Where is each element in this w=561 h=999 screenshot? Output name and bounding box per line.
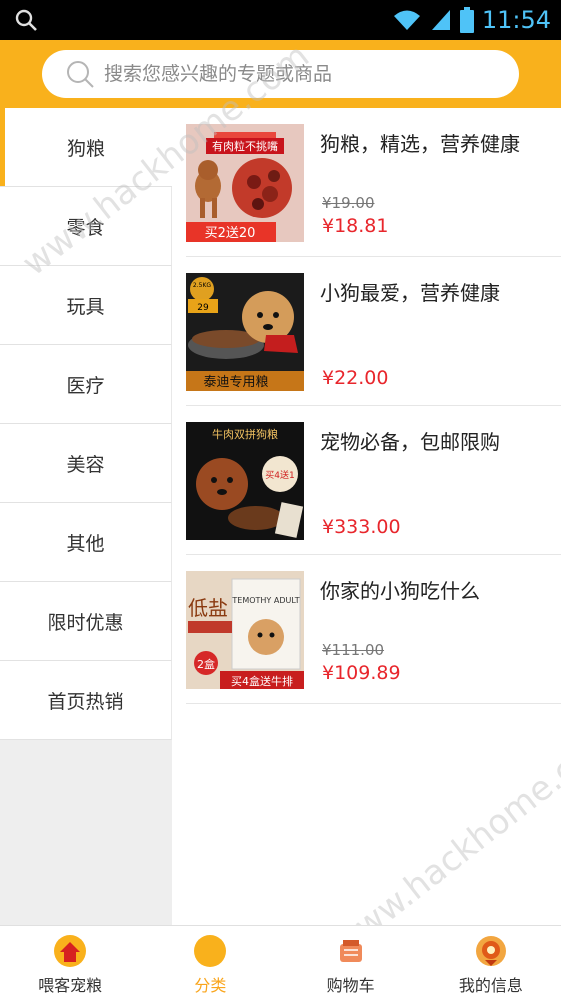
sidebar-item-toys[interactable]: 玩具 xyxy=(0,266,172,345)
sidebar-item-medical[interactable]: 医疗 xyxy=(0,345,172,424)
product-old-price: ¥111.00 xyxy=(322,641,385,659)
nav-label: 分类 xyxy=(194,976,227,995)
sidebar-item-label: 狗粮 xyxy=(66,137,105,160)
product-image-text: 低盐 xyxy=(188,596,228,620)
product-image-text: 2盒 xyxy=(197,657,215,671)
product-image[interactable]: 牛肉双拼狗粮 买4送1 xyxy=(186,422,304,540)
product-price: ¥22.00 xyxy=(322,367,389,389)
product-image-text: 2.5KG xyxy=(193,282,211,289)
search-input[interactable] xyxy=(104,63,484,85)
product-old-price: ¥19.00 xyxy=(322,194,375,212)
nav-label: 喂客宠粮 xyxy=(38,976,103,995)
product-image[interactable]: 有肉粒不挑嘴 买2送20 xyxy=(186,124,304,242)
product-image[interactable]: 2.5KG 29 泰迪专用粮 xyxy=(186,273,304,391)
home-icon xyxy=(54,935,87,967)
product-image-text: 买4盒送牛排 xyxy=(231,674,293,688)
sidebar-item-other[interactable]: 其他 xyxy=(0,503,172,582)
product-price: ¥109.89 xyxy=(322,662,401,684)
category-sidebar: 狗粮 零食 玩具 医疗 美容 其他 限时优惠 首页热销 xyxy=(0,108,172,925)
sidebar-item-label: 首页热销 xyxy=(47,690,124,713)
profile-icon xyxy=(475,936,506,966)
sidebar-item-label: 其他 xyxy=(66,532,105,555)
battery-icon xyxy=(459,7,474,33)
nav-label: 我的信息 xyxy=(458,976,523,995)
sidebar-item-limited-offer[interactable]: 限时优惠 xyxy=(0,582,172,661)
product-item[interactable]: 牛肉双拼狗粮 买4送1 宠物必备，包邮限购 ¥333.00 xyxy=(186,406,561,555)
product-image-text: 买2送20 xyxy=(205,226,256,241)
sidebar-item-snacks[interactable]: 零食 xyxy=(0,187,172,266)
product-list: 有肉粒不挑嘴 买2送20 狗粮，精选，营养健康 ¥19.00 ¥18.81 2.… xyxy=(186,108,561,704)
product-item[interactable]: TEMOTHY ADULT 低盐 2盒 买4盒送牛排 你家的小狗吃什么 ¥111… xyxy=(186,555,561,704)
product-image-text: 有肉粒不挑嘴 xyxy=(212,139,278,153)
product-title: 小狗最爱，营养健康 xyxy=(320,281,500,305)
status-bar: 11:54 xyxy=(0,0,561,40)
sidebar-item-label: 零食 xyxy=(66,216,105,239)
product-image[interactable]: TEMOTHY ADULT 低盐 2盒 买4盒送牛排 xyxy=(186,571,304,689)
nav-item-home[interactable]: 喂客宠粮 xyxy=(0,926,140,999)
search-icon xyxy=(15,9,37,31)
cart-icon xyxy=(339,940,362,962)
product-item[interactable]: 2.5KG 29 泰迪专用粮 小狗最爱，营养健康 ¥22.00 xyxy=(186,257,561,406)
search-header xyxy=(0,40,561,108)
sidebar-item-label: 玩具 xyxy=(66,295,105,318)
product-title: 宠物必备，包邮限购 xyxy=(320,430,500,454)
category-icon xyxy=(194,935,227,967)
wifi-icon xyxy=(393,10,420,30)
product-item[interactable]: 有肉粒不挑嘴 买2送20 狗粮，精选，营养健康 ¥19.00 ¥18.81 xyxy=(186,108,561,257)
sidebar-item-label: 限时优惠 xyxy=(47,611,124,634)
product-image-text: 买4送1 xyxy=(265,469,294,481)
signal-icon xyxy=(431,10,450,30)
search-bar[interactable] xyxy=(42,50,519,98)
product-title: 狗粮，精选，营养健康 xyxy=(320,132,520,156)
status-time: 11:54 xyxy=(481,6,551,34)
sidebar-item-label: 医疗 xyxy=(66,374,105,397)
product-image-text: TEMOTHY ADULT xyxy=(231,596,299,605)
nav-item-profile[interactable]: 我的信息 xyxy=(421,926,561,999)
nav-item-cart[interactable]: 购物车 xyxy=(281,926,421,999)
product-image-text: 29 xyxy=(197,303,209,313)
product-title: 你家的小狗吃什么 xyxy=(320,579,480,603)
sidebar-item-label: 美容 xyxy=(66,453,105,476)
search-icon xyxy=(67,61,94,88)
sidebar-item-dog-food[interactable]: 狗粮 xyxy=(0,108,172,187)
nav-label: 购物车 xyxy=(326,976,375,995)
product-image-text: 牛肉双拼狗粮 xyxy=(212,427,278,441)
product-price: ¥18.81 xyxy=(322,215,389,237)
sidebar-item-grooming[interactable]: 美容 xyxy=(0,424,172,503)
product-price: ¥333.00 xyxy=(322,516,401,538)
product-image-text: 泰迪专用粮 xyxy=(203,375,268,390)
nav-item-category[interactable]: 分类 xyxy=(140,926,280,999)
bottom-nav: 喂客宠粮 分类 购物车 我的信息 xyxy=(0,925,561,999)
sidebar-item-hot-sale[interactable]: 首页热销 xyxy=(0,661,172,740)
